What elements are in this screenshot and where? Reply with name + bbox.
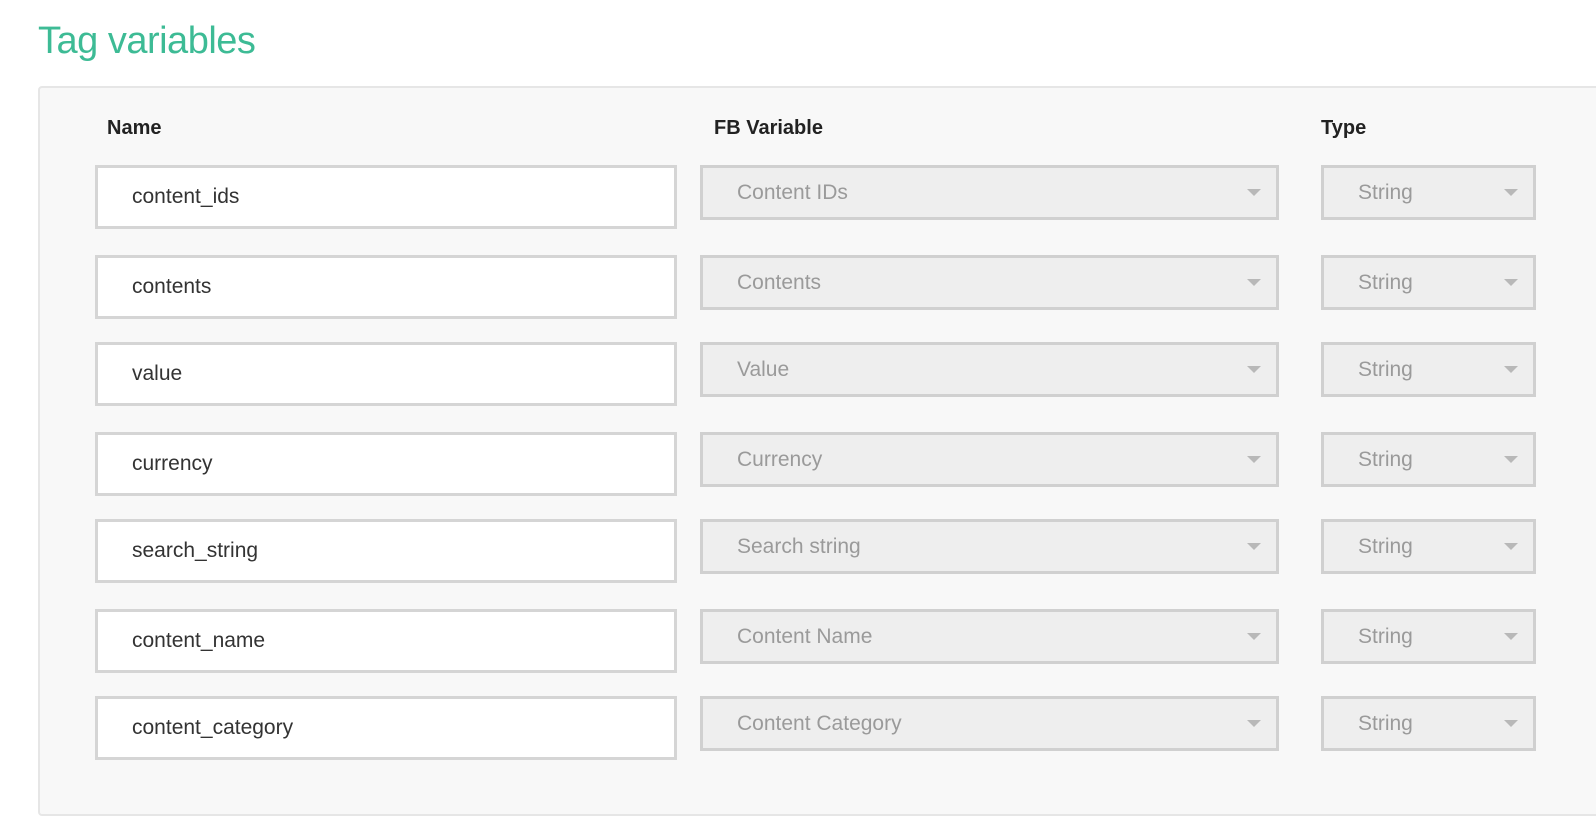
caret-down-icon	[1504, 633, 1518, 640]
variable-row: Currency String	[0, 432, 1596, 496]
type-select: String	[1321, 696, 1536, 751]
fb-variable-value: Search string	[737, 535, 861, 558]
type-select: String	[1321, 609, 1536, 664]
variable-name-input[interactable]	[95, 519, 677, 583]
caret-down-icon	[1247, 189, 1261, 196]
variable-name-input[interactable]	[95, 432, 677, 496]
variable-name-input[interactable]	[95, 696, 677, 760]
column-header-fb-variable: FB Variable	[714, 117, 823, 139]
section-title: Tag variables	[38, 20, 256, 62]
variable-name-input[interactable]	[95, 165, 677, 229]
type-value: String	[1358, 358, 1413, 381]
variable-name-input[interactable]	[95, 255, 677, 319]
column-header-name: Name	[107, 117, 162, 139]
fb-variable-value: Content Name	[737, 625, 873, 648]
variable-row: Content IDs String	[0, 165, 1596, 229]
fb-variable-select: Contents	[700, 255, 1279, 310]
fb-variable-value: Content Category	[737, 712, 902, 735]
caret-down-icon	[1504, 366, 1518, 373]
caret-down-icon	[1247, 543, 1261, 550]
type-value: String	[1358, 535, 1413, 558]
type-select: String	[1321, 342, 1536, 397]
caret-down-icon	[1504, 456, 1518, 463]
variable-row: Content Category String	[0, 696, 1596, 760]
fb-variable-select: Content Category	[700, 696, 1279, 751]
caret-down-icon	[1247, 279, 1261, 286]
fb-variable-select: Content Name	[700, 609, 1279, 664]
type-value: String	[1358, 448, 1413, 471]
variable-row: Content Name String	[0, 609, 1596, 673]
fb-variable-select: Search string	[700, 519, 1279, 574]
fb-variable-value: Contents	[737, 271, 822, 294]
type-value: String	[1358, 712, 1413, 735]
column-header-type: Type	[1321, 117, 1367, 139]
caret-down-icon	[1504, 720, 1518, 727]
type-value: String	[1358, 271, 1413, 294]
fb-variable-value: Value	[737, 358, 790, 381]
variable-row: Value String	[0, 342, 1596, 406]
type-select: String	[1321, 165, 1536, 220]
type-select: String	[1321, 432, 1536, 487]
variable-name-input[interactable]	[95, 342, 677, 406]
fb-variable-value: Content IDs	[737, 181, 848, 204]
caret-down-icon	[1504, 543, 1518, 550]
type-select: String	[1321, 255, 1536, 310]
caret-down-icon	[1247, 633, 1261, 640]
fb-variable-value: Currency	[737, 448, 823, 471]
fb-variable-select: Content IDs	[700, 165, 1279, 220]
variable-name-input[interactable]	[95, 609, 677, 673]
variable-row: Contents String	[0, 255, 1596, 319]
caret-down-icon	[1247, 720, 1261, 727]
fb-variable-select: Value	[700, 342, 1279, 397]
caret-down-icon	[1504, 279, 1518, 286]
fb-variable-select: Currency	[700, 432, 1279, 487]
caret-down-icon	[1247, 366, 1261, 373]
caret-down-icon	[1504, 189, 1518, 196]
variable-row: Search string String	[0, 519, 1596, 583]
type-value: String	[1358, 181, 1413, 204]
type-select: String	[1321, 519, 1536, 574]
type-value: String	[1358, 625, 1413, 648]
caret-down-icon	[1247, 456, 1261, 463]
